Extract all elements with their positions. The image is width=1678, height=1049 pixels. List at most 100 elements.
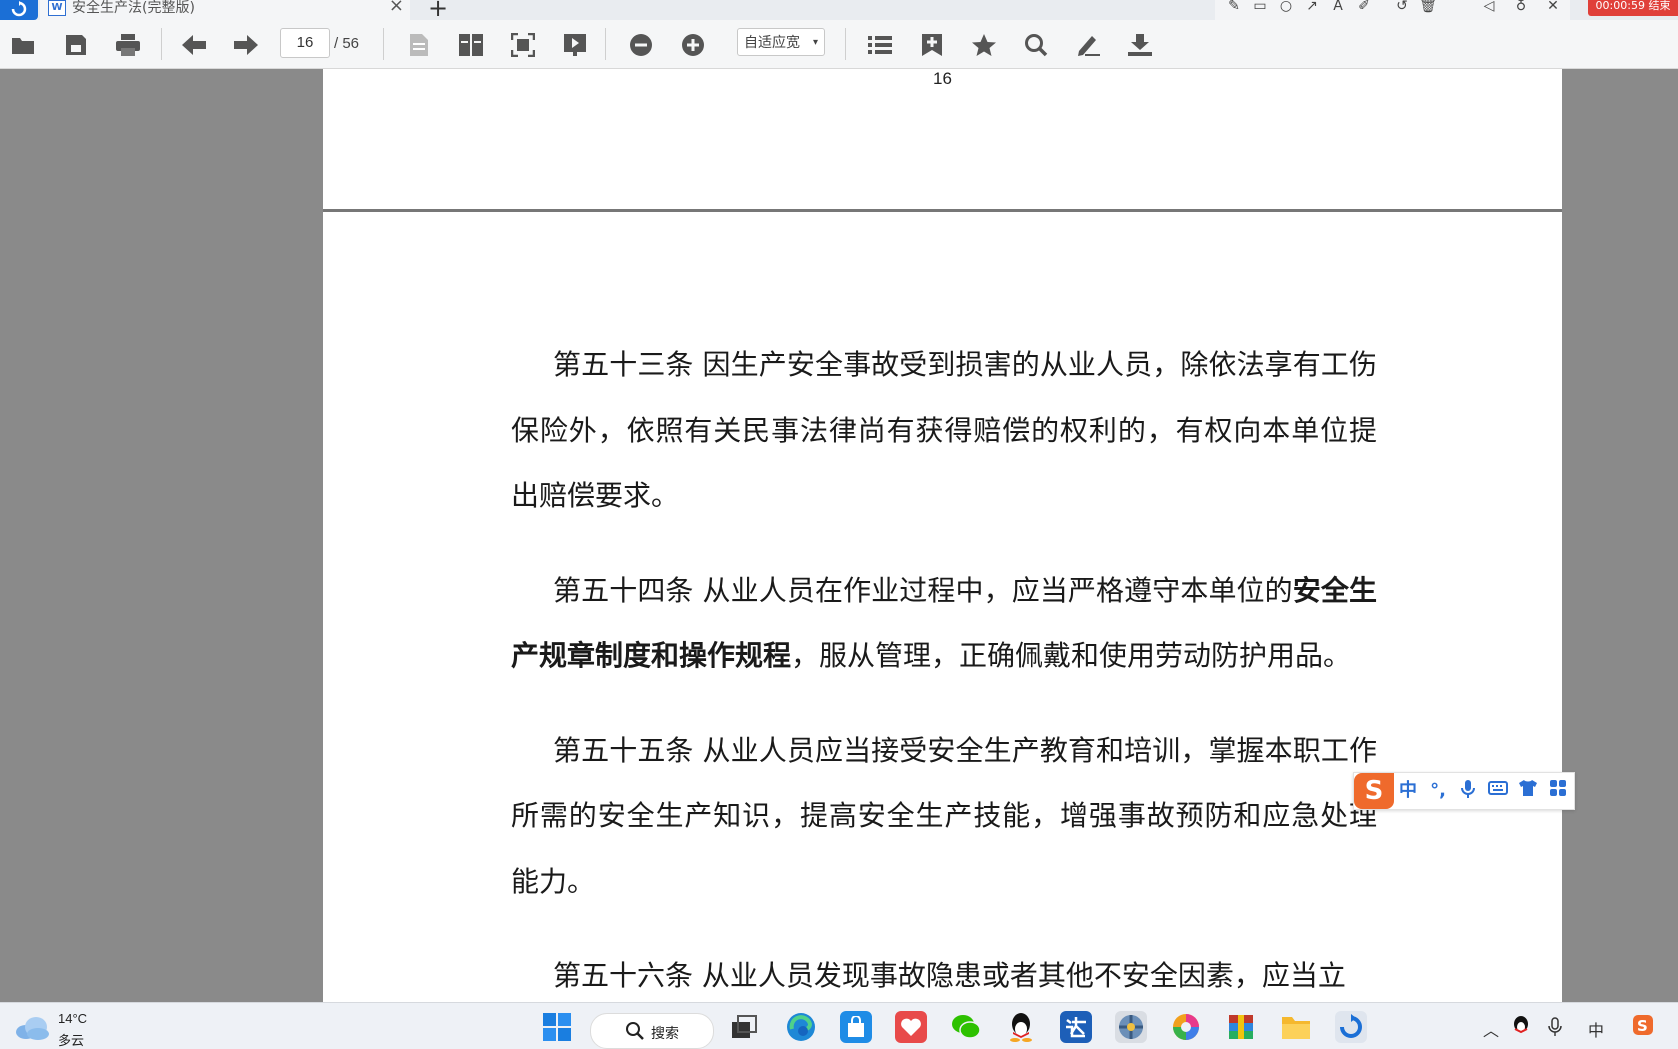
star-icon bbox=[972, 34, 996, 56]
task-view-button[interactable] bbox=[728, 1011, 760, 1043]
zoom-out-button[interactable] bbox=[626, 30, 656, 60]
zoom-mode-value: 自适应宽 bbox=[744, 35, 800, 51]
ime-punctuation-toggle[interactable]: °, bbox=[1428, 779, 1448, 803]
photo-app-icon bbox=[1119, 1015, 1143, 1039]
tray-ime-icon[interactable]: S bbox=[1632, 1014, 1654, 1040]
tray-expand-icon[interactable]: ︿ bbox=[1483, 1017, 1499, 1041]
ime-logo-icon[interactable]: S bbox=[1354, 773, 1394, 809]
add-bookmark-button[interactable] bbox=[917, 30, 947, 60]
arrow-left-icon bbox=[182, 35, 206, 55]
document-tab-title: 安全生产法(完整版) bbox=[72, 0, 195, 16]
play-screen-icon bbox=[564, 34, 586, 56]
rect-icon[interactable]: ▭ bbox=[1251, 0, 1269, 16]
tray-mic-icon[interactable] bbox=[1548, 1017, 1562, 1041]
undo-icon[interactable]: ↺ bbox=[1393, 0, 1411, 16]
title-tab-strip: W 安全生产法(完整版) × + ✎ ▭ ○ ↗ A ✐ ↺ 🗑 ◁ ♁ ✕ 0… bbox=[0, 0, 1678, 22]
download-button[interactable] bbox=[1125, 30, 1155, 60]
annotate-button[interactable] bbox=[1073, 30, 1103, 60]
windows-taskbar: 14°C 多云 搜索 ︿ 中 S bbox=[0, 1002, 1678, 1049]
shopping-bag-icon bbox=[848, 1016, 864, 1037]
taskbar-pinduoduo[interactable] bbox=[895, 1011, 927, 1043]
slideshow-button[interactable] bbox=[560, 30, 590, 60]
ime-skin-icon[interactable] bbox=[1518, 779, 1538, 803]
reader-app-icon bbox=[1340, 1014, 1362, 1038]
search-icon bbox=[626, 1022, 644, 1040]
favorite-button[interactable] bbox=[969, 30, 999, 60]
close-tab-icon[interactable]: × bbox=[389, 0, 404, 16]
taskbar-photo-app[interactable] bbox=[1115, 1011, 1147, 1043]
arrow-right-icon bbox=[234, 35, 258, 55]
heart-app-icon bbox=[901, 1018, 921, 1036]
qq-penguin-icon bbox=[1010, 1013, 1032, 1042]
new-tab-button[interactable]: + bbox=[428, 0, 448, 22]
taskbar-color-app[interactable] bbox=[1170, 1011, 1202, 1043]
taskbar-search[interactable]: 搜索 bbox=[590, 1013, 714, 1049]
list-icon bbox=[868, 36, 892, 54]
chevron-down-icon: ▾ bbox=[812, 37, 818, 48]
taskbar-file-explorer[interactable] bbox=[1280, 1011, 1312, 1043]
ime-toolbox-icon[interactable] bbox=[1548, 779, 1568, 803]
document-tab[interactable]: W 安全生产法(完整版) × bbox=[40, 0, 410, 20]
highlighter-icon[interactable]: ✐ bbox=[1355, 0, 1373, 16]
two-page-button[interactable] bbox=[456, 30, 486, 60]
open-folder-button[interactable] bbox=[9, 30, 39, 60]
page-footer-number: 16 bbox=[933, 69, 952, 88]
document-page: 第五十三条 因生产安全事故受到损害的从业人员，除依法享有工伤保险外，依照有关民事… bbox=[323, 212, 1562, 1002]
close-recorder-icon[interactable]: ✕ bbox=[1544, 0, 1562, 16]
page-total-label: / 56 bbox=[334, 35, 360, 52]
printer-icon bbox=[116, 34, 140, 56]
article-55: 第五十五条 从业人员应当接受安全生产教育和培训，掌握本职工作所需的安全生产知识，… bbox=[511, 733, 1377, 898]
windows-logo-icon bbox=[543, 1013, 571, 1041]
app-logo-icon bbox=[11, 1, 27, 17]
document-body: 第五十三条 因生产安全事故受到损害的从业人员，除依法享有工伤保险外，依照有关民事… bbox=[511, 332, 1377, 1038]
zoom-mode-select[interactable]: 自适应宽 ▾ bbox=[737, 28, 825, 56]
outline-button[interactable] bbox=[865, 30, 895, 60]
cloud-icon bbox=[16, 1017, 49, 1040]
taskbar-wechat[interactable] bbox=[950, 1011, 982, 1043]
mic-icon[interactable]: ♁ bbox=[1512, 0, 1530, 16]
speaker-icon[interactable]: ◁ bbox=[1480, 0, 1498, 16]
tray-input-language[interactable]: 中 bbox=[1588, 1017, 1604, 1041]
download-icon bbox=[1128, 34, 1152, 56]
ime-keyboard-icon[interactable] bbox=[1488, 779, 1508, 803]
ime-language-toggle[interactable]: 中 bbox=[1398, 779, 1418, 803]
recording-timer-button[interactable]: 00:00:59 结束 bbox=[1588, 0, 1678, 16]
save-icon bbox=[66, 35, 86, 55]
color-wheel-icon bbox=[1173, 1014, 1199, 1040]
task-view-icon bbox=[732, 1015, 757, 1038]
pen-icon[interactable]: ✎ bbox=[1225, 0, 1243, 16]
tray-qq-icon[interactable] bbox=[1512, 1015, 1530, 1039]
two-page-icon bbox=[459, 34, 483, 56]
search-icon bbox=[1025, 34, 1048, 57]
ime-mic-icon[interactable] bbox=[1458, 779, 1478, 803]
fit-page-button[interactable] bbox=[508, 30, 538, 60]
da-app-icon bbox=[1066, 1017, 1086, 1038]
search-button[interactable] bbox=[1021, 30, 1051, 60]
circle-icon[interactable]: ○ bbox=[1277, 0, 1295, 16]
plus-circle-icon bbox=[682, 34, 704, 56]
taskbar-archive-app[interactable] bbox=[1225, 1011, 1257, 1043]
single-page-button[interactable] bbox=[404, 30, 434, 60]
article-53: 第五十三条 因生产安全事故受到损害的从业人员，除依法享有工伤保险外，依照有关民事… bbox=[511, 348, 1377, 512]
page-number-input[interactable]: 16 bbox=[280, 28, 330, 58]
bookmark-add-icon bbox=[922, 34, 942, 56]
zoom-in-button[interactable] bbox=[678, 30, 708, 60]
article-54-text-a: 第五十四条 从业人员在作业过程中，应当严格遵守本单位的 bbox=[553, 573, 1293, 607]
taskbar-da-app[interactable] bbox=[1060, 1011, 1092, 1043]
single-page-icon bbox=[410, 34, 428, 56]
taskbar-qq[interactable] bbox=[1005, 1011, 1037, 1043]
next-page-button[interactable] bbox=[231, 30, 261, 60]
previous-page-button[interactable] bbox=[179, 30, 209, 60]
folder-icon bbox=[1282, 1017, 1310, 1039]
app-home-button[interactable] bbox=[0, 0, 38, 20]
taskbar-store-app[interactable] bbox=[840, 1011, 872, 1043]
taskbar-reader-app[interactable] bbox=[1335, 1011, 1367, 1043]
save-button[interactable] bbox=[61, 30, 91, 60]
taskbar-edge[interactable] bbox=[785, 1011, 817, 1043]
start-button[interactable] bbox=[541, 1011, 573, 1043]
taskbar-search-label: 搜索 bbox=[651, 1026, 679, 1042]
arrow-icon[interactable]: ↗ bbox=[1303, 0, 1321, 16]
print-button[interactable] bbox=[113, 30, 143, 60]
word-doc-icon: W bbox=[48, 0, 66, 16]
text-icon[interactable]: A bbox=[1329, 0, 1347, 16]
